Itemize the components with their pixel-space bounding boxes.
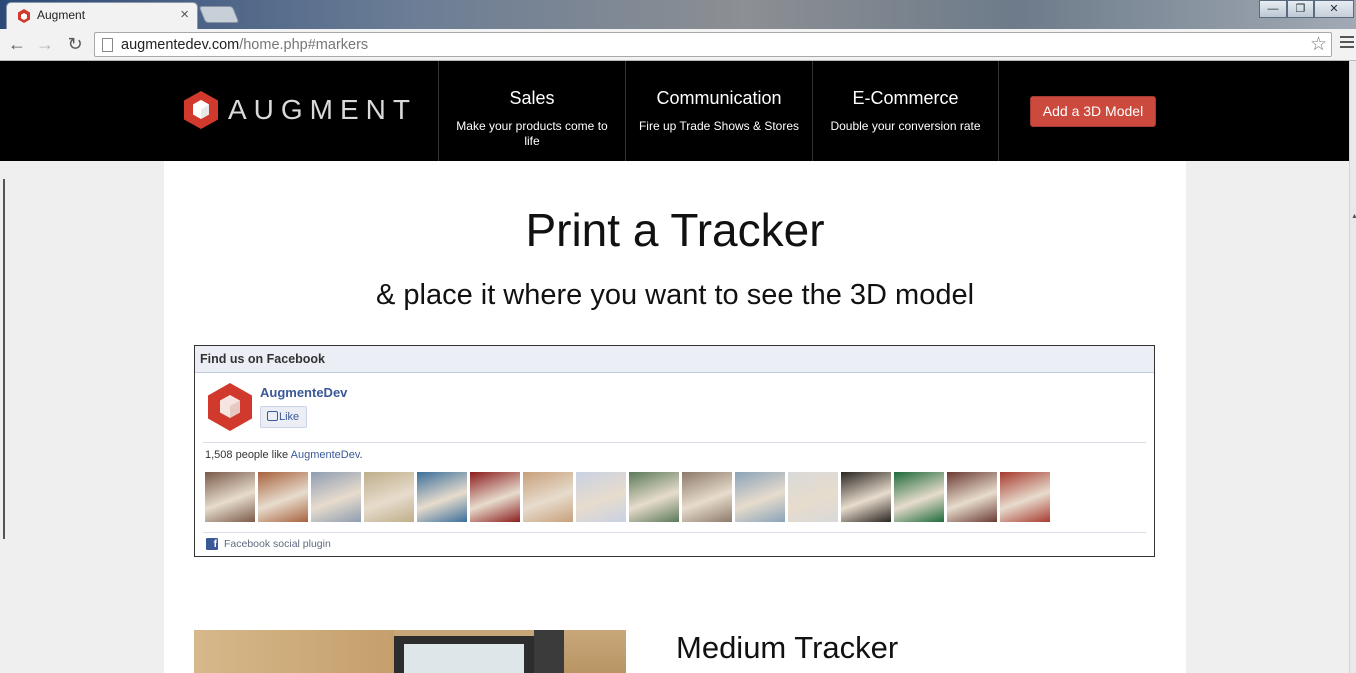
fan-avatar[interactable] — [258, 472, 308, 522]
fan-avatar[interactable] — [470, 472, 520, 522]
scroll-arrow-icon[interactable]: ▲ — [1351, 213, 1356, 220]
add-3d-model-button[interactable]: Add a 3D Model — [1030, 96, 1156, 127]
chrome-menu-icon[interactable] — [1340, 36, 1354, 50]
nav-sales[interactable]: Sales Make your products come to life — [438, 61, 625, 161]
fan-avatar[interactable] — [735, 472, 785, 522]
nav-subtitle: Fire up Trade Shows & Stores — [638, 119, 800, 133]
thumbs-up-icon — [267, 411, 278, 421]
facebook-box-header: Find us on Facebook — [195, 346, 1154, 373]
new-tab-button[interactable] — [198, 6, 240, 23]
bookmark-star-icon[interactable]: ☆ — [1310, 33, 1327, 56]
fan-avatar[interactable] — [682, 472, 732, 522]
page-viewport: AUGMENT Sales Make your products come to… — [0, 61, 1349, 673]
browser-tab[interactable]: Augment × — [6, 2, 198, 29]
nav-title: E-Commerce — [852, 88, 959, 108]
reload-icon[interactable]: ↻ — [64, 33, 86, 55]
fan-avatar[interactable] — [629, 472, 679, 522]
nav-subtitle: Make your products come to life — [456, 119, 608, 148]
facebook-plugin-label[interactable]: Facebook social plugin — [224, 538, 331, 550]
facebook-page-name[interactable]: AugmenteDev — [260, 385, 347, 400]
facebook-like-box: Find us on Facebook AugmenteDev Like 1,5… — [194, 345, 1155, 557]
augment-favicon-icon — [18, 9, 30, 23]
site-header: AUGMENT Sales Make your products come to… — [0, 61, 1349, 161]
fan-avatar[interactable] — [1000, 472, 1050, 522]
fan-avatar[interactable] — [788, 472, 838, 522]
facebook-header-text[interactable]: Find us on Facebook — [200, 352, 325, 366]
page-icon — [102, 38, 113, 52]
fan-avatar[interactable] — [576, 472, 626, 522]
fan-avatar[interactable] — [947, 472, 997, 522]
close-window-button[interactable]: ✕ — [1314, 0, 1354, 18]
page-subtitle: & place it where you want to see the 3D … — [375, 279, 975, 311]
nav-subtitle: Double your conversion rate — [830, 119, 981, 133]
back-arrow-icon[interactable]: ← — [6, 33, 28, 55]
fan-avatar[interactable] — [205, 472, 255, 522]
augment-page-avatar-icon[interactable] — [205, 382, 255, 432]
nav-title: Communication — [656, 88, 782, 108]
divider — [203, 442, 1146, 443]
fan-avatar[interactable] — [311, 472, 361, 522]
left-edge-line — [3, 179, 5, 539]
fan-avatar[interactable] — [523, 472, 573, 522]
tab-title: Augment — [37, 8, 86, 22]
like-count: 1,508 people like AugmenteDev. — [205, 449, 363, 461]
fan-faces — [205, 472, 1053, 522]
minimize-button[interactable]: — — [1259, 0, 1287, 18]
facebook-like-button[interactable]: Like — [260, 406, 307, 428]
tab-close-icon[interactable]: × — [180, 6, 189, 23]
address-bar[interactable]: augmentedev.com/home.php#markers ☆ — [94, 32, 1332, 57]
augment-logo-icon[interactable] — [183, 91, 219, 129]
facebook-f-icon: f — [206, 538, 218, 550]
vertical-scrollbar[interactable]: ▲ — [1349, 61, 1356, 673]
maximize-button[interactable]: ❐ — [1287, 0, 1314, 18]
page-title: Print a Tracker — [525, 204, 825, 256]
fan-avatar[interactable] — [364, 472, 414, 522]
forward-arrow-icon[interactable]: → — [34, 33, 56, 55]
nav-ecommerce[interactable]: E-Commerce Double your conversion rate — [812, 61, 999, 161]
url-text[interactable]: augmentedev.com/home.php#markers — [121, 37, 368, 53]
nav-communication[interactable]: Communication Fire up Trade Shows & Stor… — [625, 61, 812, 161]
section-title: Medium Tracker — [676, 630, 899, 665]
tracker-photo — [194, 630, 626, 673]
nav-title: Sales — [509, 88, 555, 108]
main-content: Print a Tracker & place it where you wan… — [164, 161, 1186, 673]
fan-avatar[interactable] — [841, 472, 891, 522]
logo-text[interactable]: AUGMENT — [228, 94, 417, 126]
fan-avatar[interactable] — [417, 472, 467, 522]
browser-toolbar: ← → ↻ augmentedev.com/home.php#markers ☆ — [0, 29, 1356, 61]
like-count-page-link[interactable]: AugmenteDev — [291, 449, 360, 461]
fan-avatar[interactable] — [894, 472, 944, 522]
window-titlebar: Augment × — ❐ ✕ — [0, 0, 1356, 29]
divider — [203, 532, 1146, 533]
